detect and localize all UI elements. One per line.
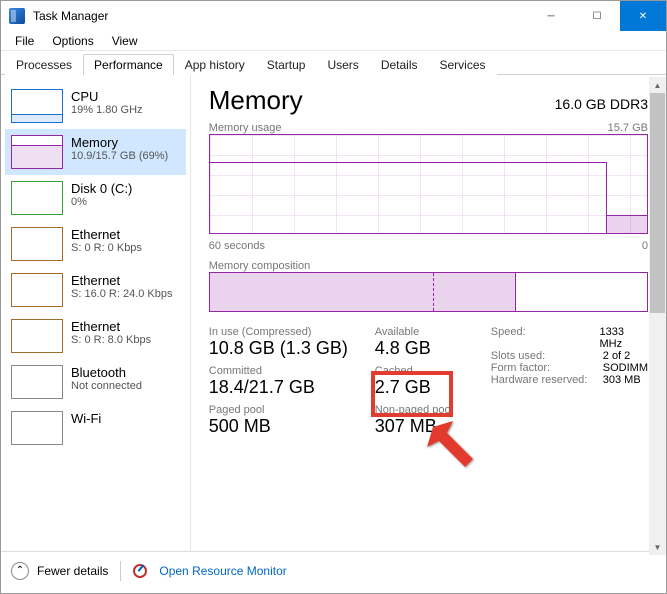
- tab-users[interactable]: Users: [316, 54, 369, 75]
- menu-file[interactable]: File: [7, 32, 42, 50]
- chart-usage-label: Memory usage: [209, 122, 282, 134]
- app-icon: [9, 8, 25, 24]
- form-value: SODIMM: [603, 362, 648, 374]
- page-title: Memory: [209, 85, 303, 116]
- scroll-down-icon[interactable]: ▼: [649, 539, 666, 555]
- tab-processes[interactable]: Processes: [5, 54, 83, 75]
- sidebar-item-title: Wi-Fi: [71, 411, 101, 426]
- thumbnail-chart: [11, 365, 63, 399]
- sidebar-item-title: Ethernet: [71, 227, 142, 242]
- thumbnail-chart: [11, 227, 63, 261]
- memory-composition-chart[interactable]: [209, 272, 648, 312]
- sidebar-item-title: CPU: [71, 89, 143, 104]
- committed-label: Committed: [209, 365, 359, 377]
- hw-value: 303 MB: [603, 374, 641, 386]
- memory-capacity: 16.0 GB DDR3: [555, 96, 648, 112]
- paged-value: 500 MB: [209, 416, 359, 437]
- sidebar-item-title: Ethernet: [71, 273, 173, 288]
- thumbnail-chart: [11, 319, 63, 353]
- tab-startup[interactable]: Startup: [256, 54, 317, 75]
- scroll-up-icon[interactable]: ▲: [649, 77, 666, 93]
- sidebar-item-mem-1[interactable]: Memory10.9/15.7 GB (69%): [5, 129, 186, 175]
- available-label: Available: [375, 326, 475, 338]
- form-label: Form factor:: [491, 362, 591, 374]
- slots-label: Slots used:: [491, 350, 591, 362]
- sidebar-item-sub: 19% 1.80 GHz: [71, 104, 143, 116]
- committed-value: 18.4/21.7 GB: [209, 377, 359, 398]
- sidebar-item-eth-5[interactable]: EthernetS: 0 R: 8.0 Kbps: [5, 313, 186, 359]
- sidebar-item-bt-7[interactable]: Wi-Fi: [5, 405, 186, 451]
- scrollbar[interactable]: ▲ ▼: [649, 77, 666, 555]
- composition-label: Memory composition: [209, 260, 310, 272]
- speed-label: Speed:: [491, 326, 588, 350]
- footer: ⌃ Fewer details Open Resource Monitor: [1, 551, 666, 589]
- menubar: File Options View: [1, 31, 666, 51]
- slots-value: 2 of 2: [603, 350, 631, 362]
- sidebar-item-disk-2[interactable]: Disk 0 (C:)0%: [5, 175, 186, 221]
- open-resource-monitor-link[interactable]: Open Resource Monitor: [159, 564, 286, 578]
- inuse-label: In use (Compressed): [209, 326, 359, 338]
- available-value: 4.8 GB: [375, 338, 475, 359]
- tab-app-history[interactable]: App history: [174, 54, 256, 75]
- sidebar-item-title: Memory: [71, 135, 168, 150]
- thumbnail-chart: [11, 411, 63, 445]
- sidebar-item-cpu-0[interactable]: CPU19% 1.80 GHz: [5, 83, 186, 129]
- chart-usage-max: 15.7 GB: [608, 122, 648, 134]
- minimize-button[interactable]: ─: [528, 1, 574, 31]
- sidebar-item-title: Ethernet: [71, 319, 151, 334]
- scroll-thumb[interactable]: [650, 93, 665, 313]
- thumbnail-chart: [11, 135, 63, 169]
- chart-time-zero: 0: [642, 240, 648, 252]
- titlebar[interactable]: Task Manager ─ ☐ ✕: [1, 1, 666, 31]
- sidebar-item-eth-3[interactable]: EthernetS: 0 R: 0 Kbps: [5, 221, 186, 267]
- sidebar-item-bt-6[interactable]: BluetoothNot connected: [5, 359, 186, 405]
- sidebar-item-sub: S: 0 R: 0 Kbps: [71, 242, 142, 254]
- resource-monitor-icon: [133, 564, 147, 578]
- tab-details[interactable]: Details: [370, 54, 429, 75]
- speed-value: 1333 MHz: [600, 326, 649, 350]
- chart-time-label: 60 seconds: [209, 240, 265, 252]
- fewer-details-link[interactable]: Fewer details: [37, 564, 108, 578]
- inuse-value: 10.8 GB (1.3 GB): [209, 338, 359, 359]
- sidebar-item-sub: Not connected: [71, 380, 142, 392]
- hw-label: Hardware reserved:: [491, 374, 591, 386]
- tab-performance[interactable]: Performance: [83, 54, 174, 75]
- nonpaged-value: 307 MB: [375, 416, 475, 437]
- sidebar: CPU19% 1.80 GHzMemory10.9/15.7 GB (69%)D…: [1, 75, 191, 551]
- tabs: Processes Performance App history Startu…: [1, 51, 666, 75]
- memory-usage-chart[interactable]: [209, 134, 648, 234]
- sidebar-item-sub: 0%: [71, 196, 132, 208]
- cached-label: Cached: [375, 365, 475, 377]
- tab-services[interactable]: Services: [429, 54, 497, 75]
- nonpaged-label: Non-paged pool: [375, 404, 475, 416]
- paged-label: Paged pool: [209, 404, 359, 416]
- menu-view[interactable]: View: [104, 32, 146, 50]
- sidebar-item-eth-4[interactable]: EthernetS: 16.0 R: 24.0 Kbps: [5, 267, 186, 313]
- sidebar-item-title: Disk 0 (C:): [71, 181, 132, 196]
- sidebar-item-sub: S: 16.0 R: 24.0 Kbps: [71, 288, 173, 300]
- thumbnail-chart: [11, 181, 63, 215]
- thumbnail-chart: [11, 273, 63, 307]
- sidebar-item-sub: S: 0 R: 8.0 Kbps: [71, 334, 151, 346]
- maximize-button[interactable]: ☐: [574, 1, 620, 31]
- thumbnail-chart: [11, 89, 63, 123]
- sidebar-item-sub: 10.9/15.7 GB (69%): [71, 150, 168, 162]
- menu-options[interactable]: Options: [44, 32, 101, 50]
- sidebar-item-title: Bluetooth: [71, 365, 142, 380]
- main-panel: Memory 16.0 GB DDR3 Memory usage 15.7 GB…: [191, 75, 666, 551]
- window-title: Task Manager: [33, 9, 528, 23]
- cached-value: 2.7 GB: [375, 377, 475, 398]
- close-button[interactable]: ✕: [620, 1, 666, 31]
- chevron-up-icon[interactable]: ⌃: [11, 562, 29, 580]
